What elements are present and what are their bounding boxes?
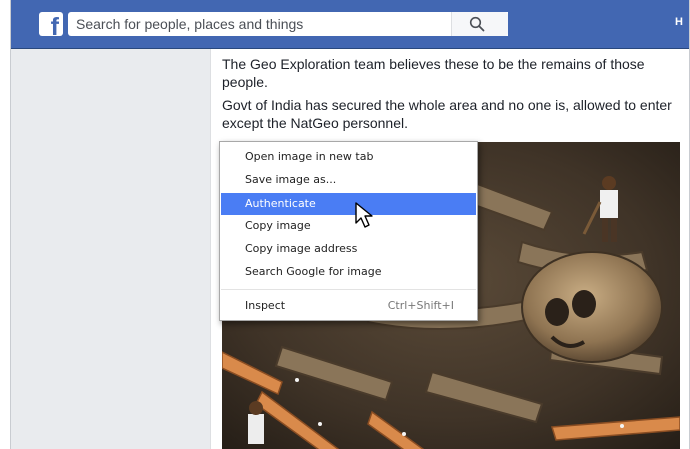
home-link-partial[interactable]: H xyxy=(675,16,683,28)
facebook-logo-icon[interactable]: f xyxy=(39,12,63,36)
left-sidebar xyxy=(11,49,209,449)
search-placeholder: Search for people, places and things xyxy=(76,16,304,32)
image-context-menu: Open image in new tab Save image as... A… xyxy=(219,141,478,321)
menu-item-inspect[interactable]: Inspect Ctrl+Shift+I xyxy=(221,295,476,317)
menu-item-label: Search Google for image xyxy=(245,265,382,278)
logo-letter: f xyxy=(50,13,59,37)
post-text-paragraph-1: The Geo Exploration team believes these … xyxy=(222,56,645,90)
menu-item-authenticate[interactable]: Authenticate xyxy=(221,193,476,215)
menu-item-save-image-as[interactable]: Save image as... xyxy=(221,169,476,191)
post-text-paragraph-2: Govt of India has secured the whole area… xyxy=(222,97,672,131)
menu-item-label: Save image as... xyxy=(245,173,337,186)
menu-separator xyxy=(221,289,476,290)
mouse-pointer-icon xyxy=(355,202,373,228)
menu-item-label: Inspect xyxy=(245,299,286,312)
menu-item-copy-image[interactable]: Copy image xyxy=(221,215,476,237)
search-input[interactable]: Search for people, places and things xyxy=(68,12,508,36)
facebook-top-bar: f Search for people, places and things H xyxy=(11,0,689,49)
menu-item-label: Authenticate xyxy=(245,197,316,210)
menu-item-label: Copy image xyxy=(245,219,311,232)
search-icon xyxy=(469,16,485,32)
menu-item-label: Copy image address xyxy=(245,242,358,255)
search-button[interactable] xyxy=(451,12,508,36)
menu-item-copy-image-address[interactable]: Copy image address xyxy=(221,238,476,260)
menu-item-label: Open image in new tab xyxy=(245,150,374,163)
menu-item-search-google-for-image[interactable]: Search Google for image xyxy=(221,261,476,283)
menu-item-shortcut: Ctrl+Shift+I xyxy=(387,299,454,312)
menu-item-open-image-new-tab[interactable]: Open image in new tab xyxy=(221,146,476,168)
